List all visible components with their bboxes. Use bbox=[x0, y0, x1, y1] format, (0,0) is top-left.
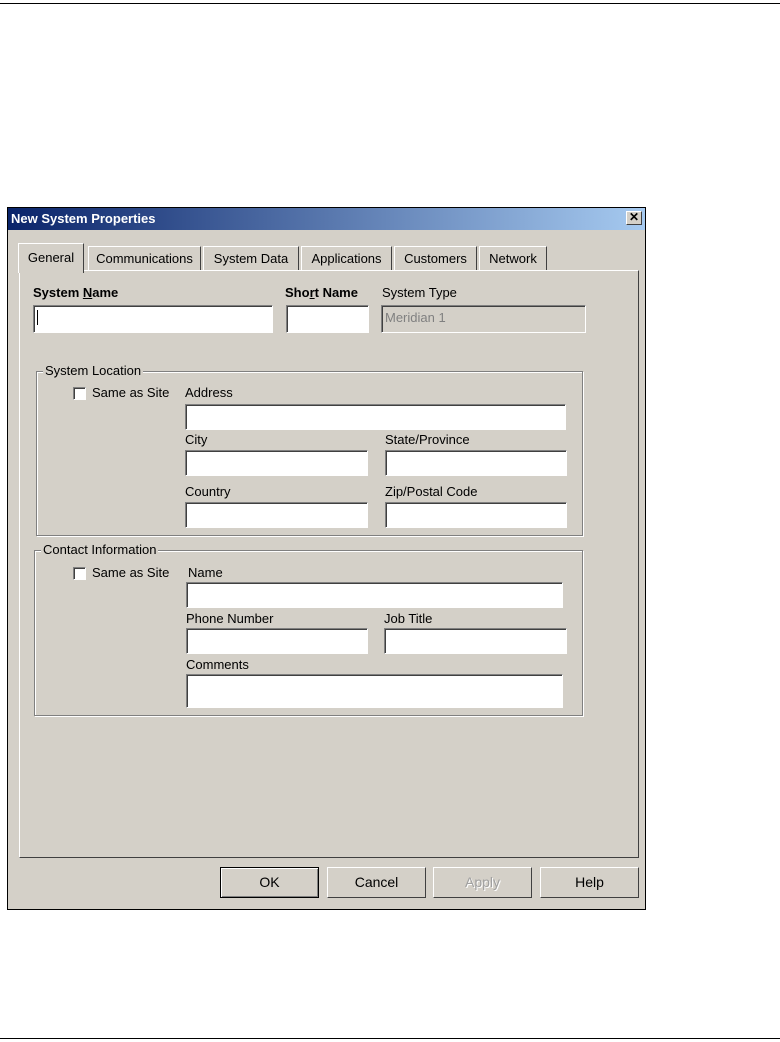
phone-number-label: Phone Number bbox=[186, 611, 274, 626]
system-type-field: Meridian 1 bbox=[381, 305, 586, 333]
short-name-input[interactable] bbox=[286, 305, 369, 333]
title-bar[interactable]: New System Properties ✕ bbox=[8, 208, 645, 230]
phone-number-input[interactable] bbox=[186, 628, 368, 654]
tab-communications[interactable]: Communications bbox=[88, 246, 201, 271]
system-name-input[interactable] bbox=[33, 305, 273, 333]
location-same-as-site-checkbox[interactable] bbox=[73, 387, 86, 400]
short-name-label: Short Name bbox=[285, 285, 358, 300]
cancel-button[interactable]: Cancel bbox=[327, 867, 426, 898]
address-label: Address bbox=[185, 385, 233, 400]
contact-name-input[interactable] bbox=[186, 582, 563, 608]
state-province-input[interactable] bbox=[385, 450, 567, 476]
top-rule bbox=[0, 3, 780, 4]
zip-postal-code-label: Zip/Postal Code bbox=[385, 484, 478, 499]
zip-postal-code-input[interactable] bbox=[385, 502, 567, 528]
tab-customers[interactable]: Customers bbox=[394, 246, 477, 271]
contact-name-label: Name bbox=[188, 565, 223, 580]
contact-same-as-site-label: Same as Site bbox=[92, 565, 170, 580]
job-title-label: Job Title bbox=[384, 611, 433, 626]
city-label: City bbox=[185, 432, 208, 447]
system-type-label: System Type bbox=[382, 285, 457, 300]
comments-input[interactable] bbox=[186, 674, 563, 708]
tab-general[interactable]: General bbox=[18, 243, 84, 273]
system-properties-dialog: New System Properties ✕ General Communic… bbox=[7, 207, 646, 910]
system-name-label: System Name bbox=[33, 285, 119, 300]
text-caret bbox=[37, 310, 38, 325]
state-province-label: State/Province bbox=[385, 432, 470, 447]
contact-same-as-site-checkbox[interactable] bbox=[73, 567, 86, 580]
comments-label: Comments bbox=[186, 657, 249, 672]
tab-applications[interactable]: Applications bbox=[301, 246, 392, 271]
job-title-input[interactable] bbox=[384, 628, 567, 654]
help-button[interactable]: Help bbox=[540, 867, 639, 898]
contact-information-legend: Contact Information bbox=[41, 542, 159, 557]
system-location-legend: System Location bbox=[43, 363, 144, 378]
city-input[interactable] bbox=[185, 450, 368, 476]
tab-network[interactable]: Network bbox=[479, 246, 547, 271]
location-same-as-site-label: Same as Site bbox=[92, 385, 170, 400]
tab-system-data[interactable]: System Data bbox=[203, 246, 299, 271]
close-icon[interactable]: ✕ bbox=[626, 211, 642, 225]
country-label: Country bbox=[185, 484, 231, 499]
apply-button[interactable]: Apply bbox=[433, 867, 532, 898]
country-input[interactable] bbox=[185, 502, 368, 528]
window-title: New System Properties bbox=[11, 211, 156, 226]
address-input[interactable] bbox=[185, 404, 566, 430]
ok-button[interactable]: OK bbox=[220, 867, 319, 898]
bottom-rule bbox=[0, 1038, 780, 1039]
